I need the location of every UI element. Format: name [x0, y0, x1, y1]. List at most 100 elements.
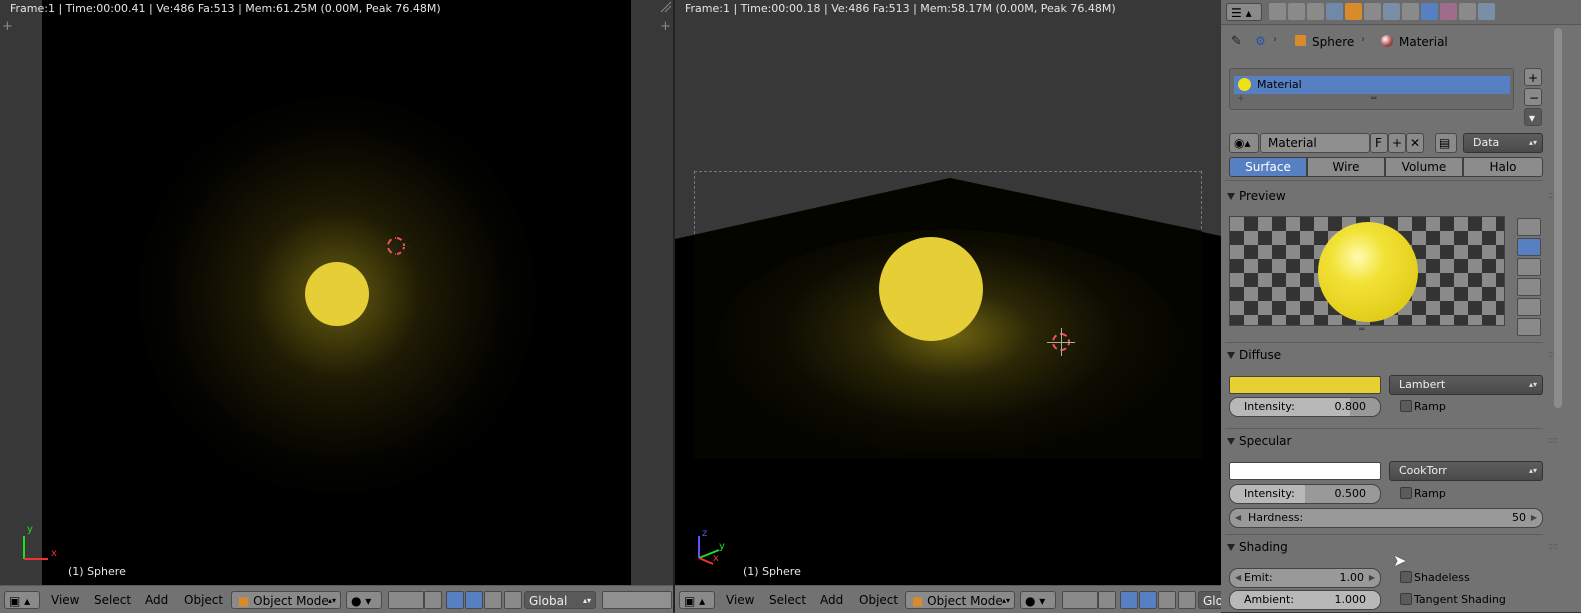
rotate-icon[interactable] [1139, 591, 1157, 609]
preview-sky-icon[interactable] [1517, 318, 1541, 336]
panel-grip-icon[interactable]: :::: [1548, 541, 1559, 552]
material-slot-item[interactable]: Material [1234, 76, 1510, 94]
menu-add[interactable]: Add [820, 591, 843, 609]
scale-icon[interactable] [1158, 591, 1176, 609]
sphere[interactable] [879, 237, 983, 341]
preview-hair-icon[interactable] [1517, 298, 1541, 316]
editor-type-button[interactable]: ▣ ▴ [4, 591, 40, 609]
pivot-icon[interactable] [1062, 591, 1098, 609]
world-tab-icon[interactable] [1326, 3, 1343, 20]
diffuse-shader-select[interactable]: Lambert ▴▾ [1389, 375, 1543, 395]
node-material-button[interactable]: ▤ [1435, 133, 1457, 153]
decrement-arrow-icon[interactable]: ◀ [1235, 569, 1241, 587]
emit-field[interactable]: ◀ Emit: 1.00 ▶ [1229, 568, 1381, 588]
diffuse-intensity-slider[interactable]: Intensity: 0.800 [1229, 397, 1381, 417]
orientation-select[interactable]: Glo [1198, 591, 1221, 609]
menu-object[interactable]: Object [859, 591, 898, 609]
preview-flat-icon[interactable] [1517, 218, 1541, 236]
list-filter-icon[interactable]: + [1237, 94, 1245, 104]
texture-tab-icon[interactable] [1440, 3, 1457, 20]
list-resize-handle-icon[interactable]: ═ [1371, 94, 1376, 104]
increment-arrow-icon[interactable]: ▶ [1369, 569, 1375, 587]
ambient-slider[interactable]: Ambient: 1.000 [1229, 590, 1381, 610]
menu-add[interactable]: Add [145, 591, 168, 609]
modifiers-tab-icon[interactable] [1383, 3, 1400, 20]
tab-surface[interactable]: Surface [1229, 157, 1307, 177]
region-plus-icon[interactable]: + [660, 20, 671, 33]
preview-sphere-icon[interactable] [1517, 238, 1541, 256]
material-name-field[interactable]: Material [1260, 133, 1370, 153]
orientation-icon[interactable] [504, 591, 522, 609]
tab-volume[interactable]: Volume [1385, 157, 1463, 177]
slot-specials-button[interactable]: ▾ [1524, 108, 1542, 126]
panel-grip-icon[interactable]: :::: [1548, 435, 1559, 446]
add-slot-button[interactable]: + [1524, 68, 1542, 86]
constraints-tab-icon[interactable] [1364, 3, 1381, 20]
specular-panel-header[interactable]: Specular [1227, 431, 1547, 451]
decrement-arrow-icon[interactable]: ◀ [1235, 509, 1241, 527]
layers-grid-icon[interactable] [602, 591, 672, 609]
render-tab-icon[interactable] [1269, 3, 1286, 20]
object-tab-icon[interactable] [1345, 3, 1362, 20]
sphere[interactable] [305, 262, 369, 326]
fake-user-button[interactable]: F [1370, 133, 1388, 153]
preview-cube-icon[interactable] [1517, 258, 1541, 276]
data-tab-icon[interactable] [1402, 3, 1419, 20]
specular-color-swatch[interactable] [1229, 462, 1381, 480]
diffuse-panel-header[interactable]: Diffuse [1227, 345, 1547, 365]
left-3d-viewport[interactable]: Frame:1 | Time:00:00.41 | Ve:486 Fa:513 … [0, 0, 631, 585]
preview-monkey-icon[interactable] [1517, 278, 1541, 296]
translate-icon[interactable] [446, 591, 464, 609]
scale-icon[interactable] [484, 591, 502, 609]
tab-wire[interactable]: Wire [1307, 157, 1385, 177]
menu-object[interactable]: Object [184, 591, 223, 609]
menu-select[interactable]: Select [94, 591, 131, 609]
physics-tab-icon[interactable] [1478, 3, 1495, 20]
area-split-corner-icon[interactable] [659, 0, 673, 14]
mouse-pointer-icon: ➤ [1393, 551, 1407, 570]
manipulator-toggle-icon[interactable] [1098, 591, 1116, 609]
diffuse-color-swatch[interactable] [1229, 376, 1381, 394]
diffuse-ramp-checkbox[interactable] [1400, 400, 1412, 412]
shading-title: Shading [1239, 540, 1288, 554]
shading-select[interactable]: ● ▾ [346, 591, 382, 609]
properties-scrollbar[interactable] [1554, 28, 1562, 408]
render-layers-tab-icon[interactable] [1288, 3, 1305, 20]
shading-select[interactable]: ● ▾ [1020, 591, 1056, 609]
specular-intensity-slider[interactable]: Intensity: 0.500 [1229, 484, 1381, 504]
particles-tab-icon[interactable] [1459, 3, 1476, 20]
mode-select[interactable]: ■ Object Mode ▴▾ [231, 591, 341, 609]
pivot-icon[interactable] [388, 591, 424, 609]
hardness-field[interactable]: ◀ Hardness: 50 ▶ [1229, 508, 1543, 528]
region-plus-icon[interactable]: + [2, 20, 13, 33]
rotate-icon[interactable] [465, 591, 483, 609]
shadeless-checkbox[interactable] [1400, 571, 1412, 583]
mode-select[interactable]: ■ Object Mode ▴▾ [905, 591, 1015, 609]
new-material-button[interactable]: + [1388, 133, 1406, 153]
editor-type-button[interactable]: ▣ ▴ [679, 591, 715, 609]
scene-tab-icon[interactable] [1307, 3, 1324, 20]
orientation-icon[interactable] [1178, 591, 1196, 609]
material-tab-icon[interactable] [1421, 3, 1438, 20]
editor-type-button[interactable]: ☰ ▴ [1226, 3, 1262, 21]
remove-slot-button[interactable]: − [1524, 88, 1542, 106]
unlink-material-button[interactable]: ✕ [1406, 133, 1424, 153]
tab-halo[interactable]: Halo [1463, 157, 1543, 177]
orientation-select[interactable]: Global ▴▾ [524, 591, 596, 609]
right-3d-viewport[interactable]: Frame:1 | Time:00:00.18 | Ve:486 Fa:513 … [675, 0, 1221, 585]
increment-arrow-icon[interactable]: ▶ [1531, 509, 1537, 527]
shading-panel-header[interactable]: Shading [1227, 537, 1547, 557]
pin-icon[interactable]: ✎ [1231, 34, 1242, 49]
specular-shader-select[interactable]: CookTorr ▴▾ [1389, 461, 1543, 481]
menu-view[interactable]: View [51, 591, 79, 609]
menu-view[interactable]: View [726, 591, 754, 609]
specular-ramp-checkbox[interactable] [1400, 487, 1412, 499]
translate-icon[interactable] [1120, 591, 1138, 609]
preview-resize-handle-icon[interactable]: ═ [1359, 325, 1364, 335]
link-select[interactable]: Data ▴▾ [1463, 133, 1543, 153]
tangent-shading-checkbox[interactable] [1400, 593, 1412, 605]
menu-select[interactable]: Select [769, 591, 806, 609]
manipulator-toggle-icon[interactable] [424, 591, 442, 609]
material-browse-button[interactable]: ◉▴ [1229, 133, 1259, 153]
preview-panel-header[interactable]: Preview [1227, 186, 1547, 206]
